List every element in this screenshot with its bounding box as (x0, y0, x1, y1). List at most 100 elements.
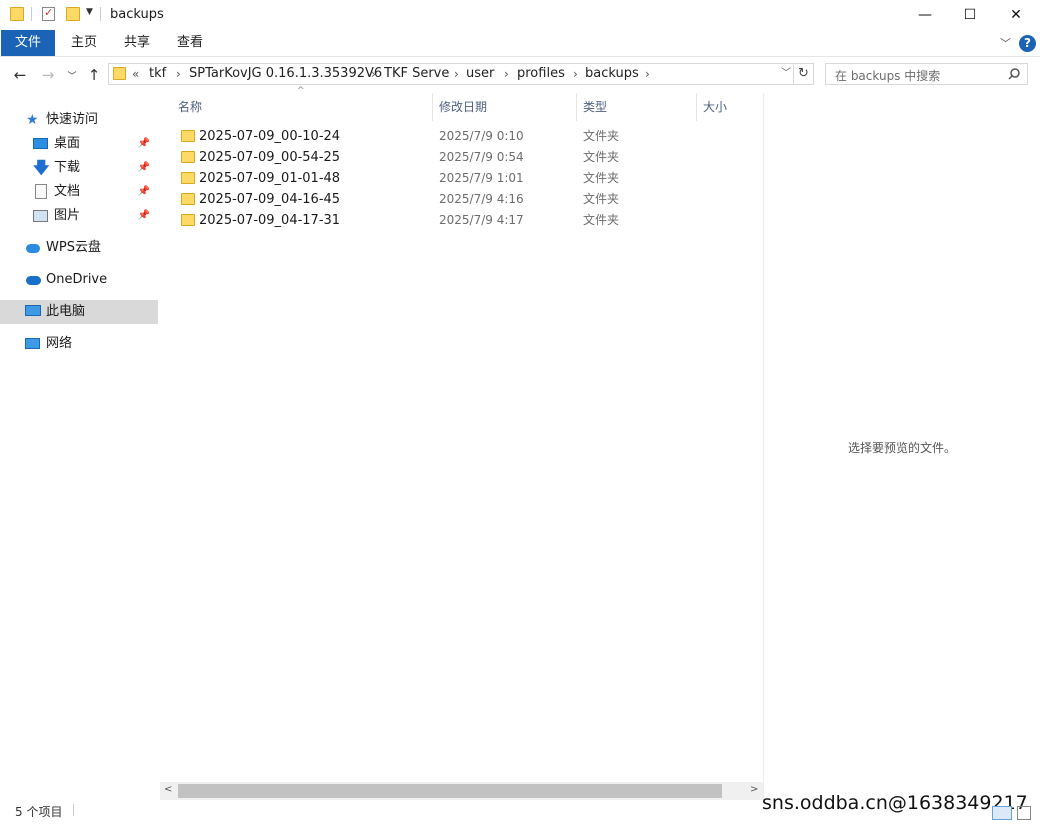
file-row[interactable]: 2025-07-09_00-10-24 2025/7/9 0:10 文件夹 (170, 126, 760, 147)
picture-icon (33, 210, 48, 222)
tab-home[interactable]: 主页 (59, 30, 109, 56)
column-divider[interactable] (696, 93, 697, 121)
pin-icon[interactable]: 📌 (138, 204, 150, 228)
scroll-left-icon[interactable]: < (164, 784, 172, 795)
column-header-name[interactable]: 名称 (178, 96, 202, 118)
sidebar-item-network[interactable]: 网络 (0, 332, 158, 356)
sidebar-item-label: 快速访问 (46, 112, 99, 127)
navigation-bar: ← → ﹀ ↑ « tkf › SPTarKovJG 0.16.1.3.3539… (0, 60, 1040, 90)
tab-share[interactable]: 共享 (112, 30, 162, 56)
file-date: 2025/7/9 4:17 (439, 213, 524, 227)
new-folder-icon[interactable] (66, 7, 80, 21)
help-icon[interactable]: ? (1019, 35, 1036, 52)
sidebar-item-label: 图片 (54, 208, 81, 223)
column-header-size[interactable]: 大小 (703, 96, 727, 118)
file-date: 2025/7/9 1:01 (439, 171, 524, 185)
column-header-date[interactable]: 修改日期 (439, 96, 487, 118)
refresh-icon[interactable]: ↻ (794, 63, 814, 85)
column-divider[interactable] (432, 93, 433, 121)
pin-icon[interactable]: 📌 (138, 156, 150, 180)
close-button[interactable]: ✕ (993, 0, 1039, 30)
forward-arrow-icon[interactable]: → (38, 65, 58, 85)
breadcrumb-item[interactable]: tkf (149, 64, 166, 84)
search-box[interactable]: 在 backups 中搜索 (825, 63, 1028, 85)
minimize-button[interactable]: — (902, 0, 948, 30)
navigation-pane: ★ 快速访问 桌面 📌 🡇 下载 📌 文档 📌 图片 📌 WPS云盘 OneDr… (0, 100, 158, 790)
maximize-button[interactable]: ☐ (947, 0, 993, 30)
scroll-right-icon[interactable]: > (750, 784, 758, 795)
breadcrumb-item[interactable]: TKF Serve (384, 64, 449, 84)
back-arrow-icon[interactable]: ← (10, 65, 30, 85)
sidebar-item-label: 桌面 (54, 136, 81, 151)
chevron-right-icon[interactable]: › (176, 64, 181, 84)
folder-icon (181, 193, 195, 205)
breadcrumb-item[interactable]: backups (585, 64, 639, 84)
preview-pane-divider[interactable] (763, 93, 764, 800)
chevron-right-icon[interactable]: › (504, 64, 509, 84)
onedrive-cloud-icon (26, 276, 41, 285)
breadcrumb-overflow[interactable]: « (132, 64, 139, 84)
file-type: 文件夹 (583, 213, 620, 227)
column-header-type[interactable]: 类型 (583, 96, 607, 118)
horizontal-scrollbar[interactable]: < > (160, 782, 763, 800)
large-icons-view-icon[interactable] (1017, 806, 1031, 820)
breadcrumb-item[interactable]: SPTarKovJG 0.16.1.3.35392V6 (189, 64, 382, 84)
sidebar-item-documents[interactable]: 文档 📌 (0, 180, 158, 204)
sidebar-item-label: 此电脑 (46, 304, 86, 319)
sidebar-item-downloads[interactable]: 🡇 下载 📌 (0, 156, 158, 180)
search-icon (1008, 68, 1020, 80)
sidebar-item-desktop[interactable]: 桌面 📌 (0, 132, 158, 156)
cloud-icon (26, 244, 40, 253)
sidebar-item-onedrive[interactable]: OneDrive (0, 268, 158, 292)
sidebar-item-quick-access[interactable]: ★ 快速访问 (0, 108, 158, 132)
folder-icon (181, 172, 195, 184)
details-view-icon[interactable] (992, 806, 1012, 820)
expand-ribbon-icon[interactable]: ﹀ (1000, 35, 1011, 51)
title-bar: ✓ ▼ backups — ☐ ✕ (0, 0, 1040, 30)
pin-icon[interactable]: 📌 (138, 132, 150, 156)
sidebar-item-label: 下载 (54, 160, 81, 175)
breadcrumb-item[interactable]: user (466, 64, 494, 84)
file-type: 文件夹 (583, 129, 620, 143)
search-input[interactable]: 在 backups 中搜索 (835, 67, 940, 84)
status-separator (73, 804, 74, 816)
desktop-icon (33, 138, 48, 149)
sidebar-item-label: WPS云盘 (46, 240, 101, 255)
network-icon (25, 338, 40, 349)
recent-locations-icon[interactable]: ﹀ (62, 65, 82, 85)
tab-file[interactable]: 文件 (1, 30, 56, 56)
file-row[interactable]: 2025-07-09_04-16-45 2025/7/9 4:16 文件夹 (170, 189, 760, 210)
file-name: 2025-07-09_04-17-31 (199, 213, 341, 228)
address-bar[interactable]: « tkf › SPTarKovJG 0.16.1.3.35392V6 › TK… (108, 63, 794, 85)
chevron-down-icon[interactable]: ﹀ (781, 64, 791, 84)
sidebar-item-this-pc[interactable]: 此电脑 (0, 300, 158, 324)
download-arrow-icon: 🡇 (33, 158, 50, 177)
watermark-text: sns.oddba.cn@1638349217 (762, 792, 1028, 814)
chevron-right-icon[interactable]: › (454, 64, 459, 84)
status-item-count: 5 个项目 (15, 805, 63, 819)
file-date: 2025/7/9 4:16 (439, 192, 524, 206)
chevron-right-icon[interactable]: › (573, 64, 578, 84)
file-type: 文件夹 (583, 150, 620, 164)
scrollbar-thumb[interactable] (178, 784, 722, 798)
column-divider[interactable] (576, 93, 577, 121)
file-name: 2025-07-09_01-01-48 (199, 171, 341, 186)
pin-icon[interactable]: 📌 (138, 180, 150, 204)
file-row[interactable]: 2025-07-09_01-01-48 2025/7/9 1:01 文件夹 (170, 168, 760, 189)
sidebar-item-pictures[interactable]: 图片 📌 (0, 204, 158, 228)
file-row[interactable]: 2025-07-09_04-17-31 2025/7/9 4:17 文件夹 (170, 210, 760, 231)
star-icon: ★ (26, 112, 39, 128)
chevron-right-icon[interactable]: › (371, 64, 376, 84)
chevron-right-icon[interactable]: › (645, 64, 650, 84)
up-arrow-icon[interactable]: ↑ (84, 65, 104, 85)
properties-icon[interactable]: ✓ (42, 6, 55, 21)
file-row[interactable]: 2025-07-09_00-54-25 2025/7/9 0:54 文件夹 (170, 147, 760, 168)
ribbon: 文件 主页 共享 查看 ﹀ ? (0, 30, 1040, 57)
preview-message: 选择要预览的文件。 (848, 441, 957, 455)
sidebar-item-wps-cloud[interactable]: WPS云盘 (0, 236, 158, 260)
sidebar-item-label: 文档 (54, 184, 81, 199)
file-type: 文件夹 (583, 192, 620, 206)
customize-toolbar-icon[interactable]: ▼ (86, 7, 93, 17)
tab-view[interactable]: 查看 (165, 30, 215, 56)
breadcrumb-item[interactable]: profiles (517, 64, 565, 84)
